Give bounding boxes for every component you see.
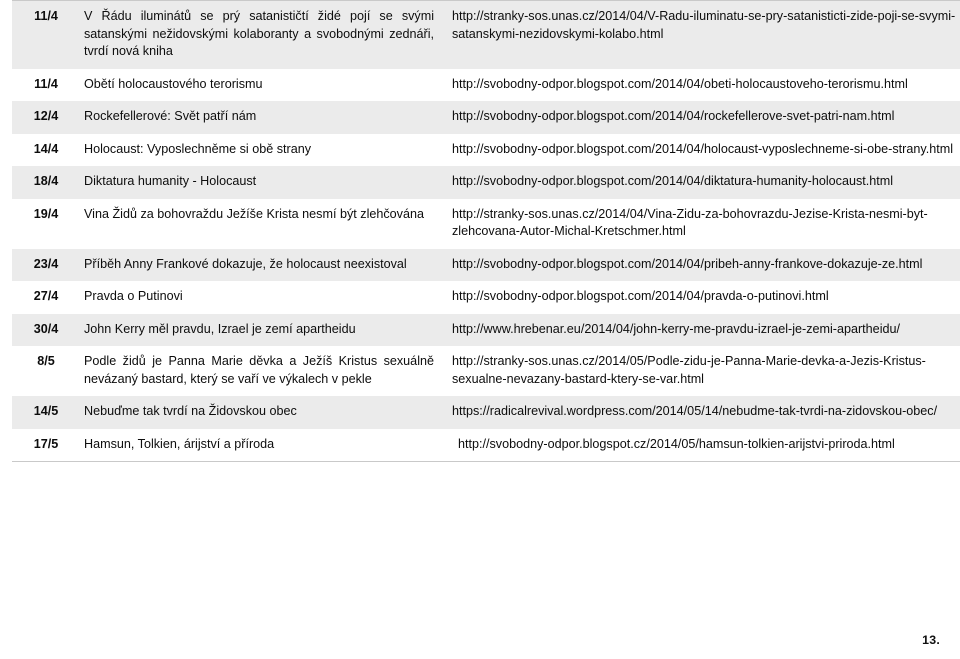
- row-date: 11/4: [34, 76, 58, 91]
- table-row: 23/4 Příběh Anny Frankové dokazuje, že ho…: [12, 248, 960, 282]
- table-row: 14/4 Holocaust: Vyposlechněme si obě stra…: [12, 133, 960, 167]
- row-date: 27/4: [33, 289, 59, 303]
- row-date: 23/4: [33, 256, 59, 271]
- row-date: 14/5: [33, 404, 59, 418]
- page-number: 13.: [922, 633, 940, 647]
- row-url[interactable]: http://www.hrebenar.eu/2014/04/john-kerr…: [448, 314, 960, 347]
- row-title: Vina Židů za bohovraždu Ježíše Krista ne…: [84, 206, 424, 221]
- row-title: Rockefellerové: Svět patří nám: [84, 109, 257, 123]
- table-row: 17/5 Hamsun, Tolkien, árijství a příroda h…: [12, 428, 960, 462]
- row-title: Pravda o Putinovi: [84, 289, 183, 303]
- row-url[interactable]: http://svobodny-odpor.blogspot.com/2014/…: [448, 69, 960, 102]
- table-row: 30/4 John Kerry měl pravdu, Izrael je zem…: [12, 313, 960, 347]
- row-url[interactable]: http://svobodny-odpor.blogspot.com/2014/…: [448, 249, 960, 282]
- links-table-body: 11/4 V Řádu iluminátů se prý satanističtí…: [12, 0, 960, 462]
- table-row: 12/4 Rockefellerové: Svět patří nám http:/…: [12, 101, 960, 134]
- row-date: 17/5: [33, 436, 59, 451]
- table-row: 27/4 Pravda o Putinovi http://svobodny-odp…: [12, 281, 960, 314]
- row-title: Diktatura humanity - Holocaust: [84, 174, 257, 188]
- row-title: Podle židů je Panna Marie děvka a Ježíš …: [84, 354, 434, 386]
- row-date: 18/4: [33, 174, 59, 188]
- row-title: Holocaust: Vyposlechněme si obě strany: [84, 141, 312, 156]
- row-title: Nebuďme tak tvrdí na Židovskou obec: [84, 404, 297, 418]
- row-url[interactable]: http://svobodny-odpor.blogspot.com/2014/…: [448, 134, 960, 167]
- row-title: John Kerry měl pravdu, Izrael je zemí ap…: [84, 321, 356, 336]
- row-date: 19/4: [33, 206, 59, 221]
- row-url[interactable]: http://stranky-sos.unas.cz/2014/04/V-Rad…: [448, 1, 960, 69]
- row-url[interactable]: http://stranky-sos.unas.cz/2014/05/Podle…: [448, 346, 960, 396]
- row-url[interactable]: http://stranky-sos.unas.cz/2014/04/Vina-…: [448, 199, 960, 249]
- table-row: 8/5 Podle židů je Panna Marie děvka a Jež…: [12, 346, 960, 396]
- row-url[interactable]: http://svobodny-odpor.blogspot.cz/2014/0…: [448, 429, 960, 462]
- row-url[interactable]: https://radicalrevival.wordpress.com/201…: [448, 396, 960, 429]
- row-title: V Řádu iluminátů se prý satanističtí žid…: [84, 9, 434, 58]
- row-title: Příběh Anny Frankové dokazuje, že holoca…: [84, 256, 407, 271]
- table-row: 14/5 Nebuďme tak tvrdí na Židovskou obec h…: [12, 396, 960, 429]
- table-row: 11/4 Obětí holocaustového terorismu http:/…: [12, 68, 960, 102]
- table-row: 11/4 V Řádu iluminátů se prý satanističtí…: [12, 0, 960, 69]
- row-url[interactable]: http://svobodny-odpor.blogspot.com/2014/…: [448, 101, 960, 134]
- row-date: 30/4: [33, 321, 59, 336]
- row-url[interactable]: http://svobodny-odpor.blogspot.com/2014/…: [448, 166, 960, 199]
- row-title: Hamsun, Tolkien, árijství a příroda: [84, 436, 275, 451]
- row-date: 8/5: [37, 354, 55, 368]
- links-table: 11/4 V Řádu iluminátů se prý satanističtí…: [12, 0, 960, 462]
- row-date: 14/4: [33, 141, 59, 156]
- document-page: 11/4 V Řádu iluminátů se prý satanističtí…: [0, 0, 960, 659]
- row-url[interactable]: http://svobodny-odpor.blogspot.com/2014/…: [448, 281, 960, 314]
- row-date: 12/4: [33, 109, 59, 123]
- table-row: 19/4 Vina Židů za bohovraždu Ježíše Krist…: [12, 198, 960, 249]
- row-date: 11/4: [34, 9, 58, 23]
- row-title: Obětí holocaustového terorismu: [84, 76, 263, 91]
- table-row: 18/4 Diktatura humanity - Holocaust http:/…: [12, 166, 960, 199]
